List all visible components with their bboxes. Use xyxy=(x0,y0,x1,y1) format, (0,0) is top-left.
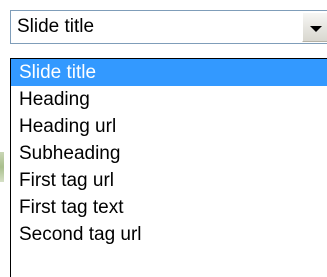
option-item[interactable]: Second tag url xyxy=(11,221,327,248)
option-item[interactable]: Heading xyxy=(11,86,327,113)
option-item[interactable]: First tag url xyxy=(11,167,327,194)
dropdown-toggle-button[interactable] xyxy=(302,12,327,42)
select-value: Slide title xyxy=(17,16,95,37)
field-select[interactable]: Slide title xyxy=(10,10,327,44)
option-item[interactable]: First tag text xyxy=(11,194,327,221)
dropdown-list[interactable]: Slide title Heading Heading url Subheadi… xyxy=(10,58,327,277)
chevron-down-icon xyxy=(310,26,322,32)
option-item[interactable]: Slide title xyxy=(11,59,327,86)
dropdown-screen: Slide title Slide title Heading Heading … xyxy=(0,0,327,277)
option-list: Slide title Heading Heading url Subheadi… xyxy=(11,59,327,248)
option-item[interactable]: Subheading xyxy=(11,140,327,167)
option-item[interactable]: Heading url xyxy=(11,113,327,140)
background-fragment xyxy=(0,152,4,182)
